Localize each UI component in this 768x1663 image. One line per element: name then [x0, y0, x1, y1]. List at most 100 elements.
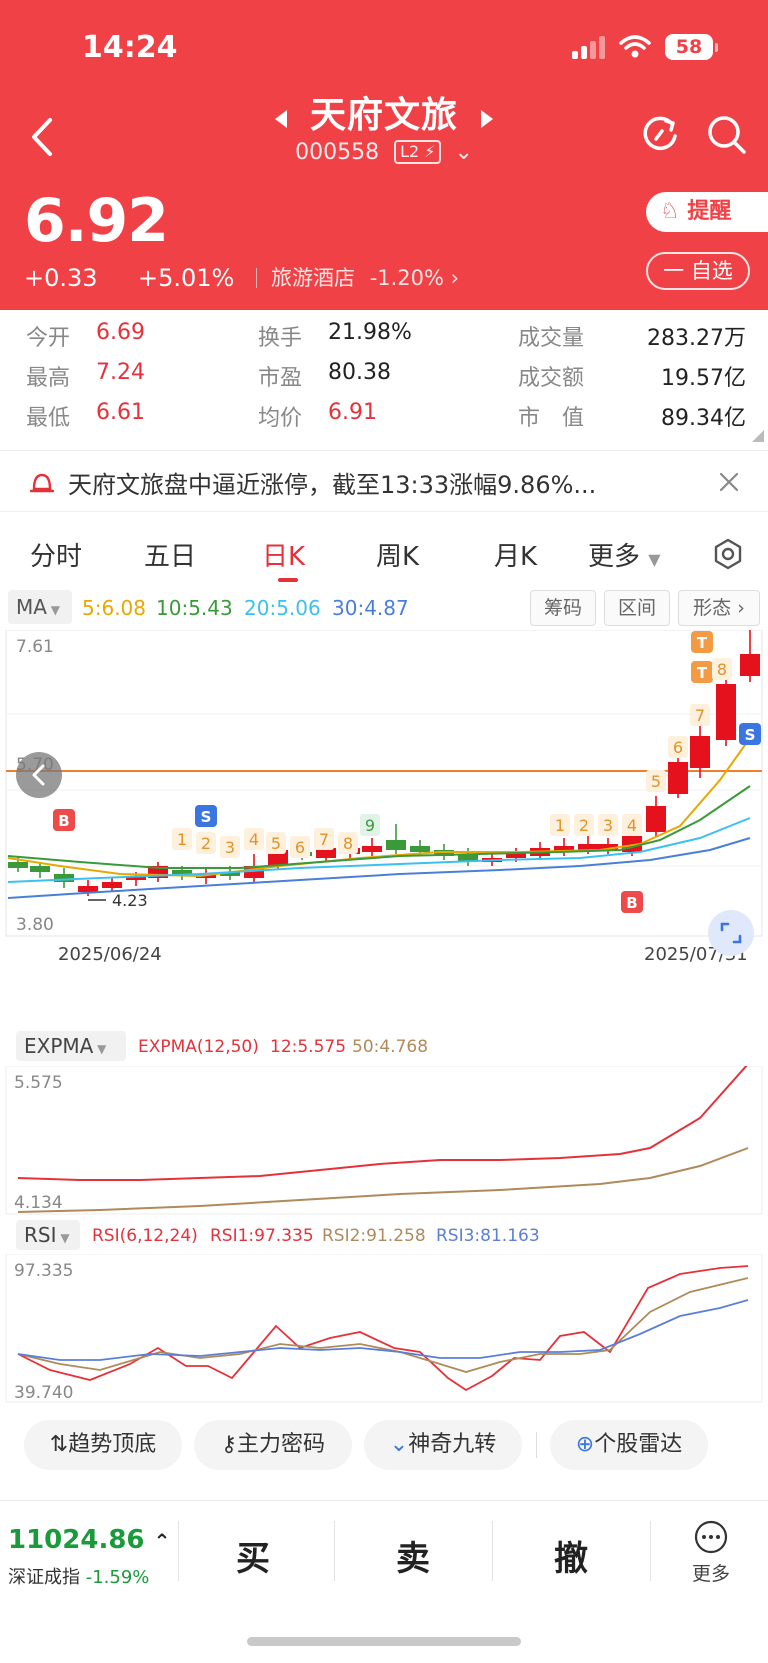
period-tabs: 分时 五日 日K 周K 月K 更多 ▼: [0, 530, 768, 584]
sell-marker-text: S: [201, 808, 212, 826]
close-icon[interactable]: [718, 471, 740, 493]
alarm-icon: [29, 473, 55, 493]
ma-legend-row: MA ▼ 5:6.08 10:5.43 20:5.06 30:4.87 筹码 区…: [0, 590, 768, 628]
tab-intraday[interactable]: 分时: [30, 536, 82, 573]
price-change-pct: +5.01%: [138, 264, 235, 292]
ma-selector[interactable]: MA ▼: [8, 590, 72, 624]
stock-radar-button[interactable]: ⊕个股雷达: [550, 1420, 708, 1470]
nine-turn-count-text: 8: [343, 834, 353, 853]
lightning-icon: ⚡: [424, 142, 436, 161]
candle-body: [410, 846, 430, 852]
battery-icon: 58: [665, 34, 718, 60]
tab-week-k[interactable]: 周K: [376, 536, 419, 573]
radar-icon: ⊕: [575, 1432, 595, 1457]
nine-turn-count-text: 9: [365, 816, 375, 835]
sell-marker-text: S: [745, 726, 756, 744]
fullscreen-icon: [720, 922, 742, 944]
rsi-chart: 97.335 39.740: [5, 1254, 763, 1403]
arrows-updown-icon: ⇅: [49, 1432, 69, 1457]
chevron-down-icon: ⌄: [454, 140, 473, 165]
bell-icon: ♘: [660, 199, 680, 224]
quote-stats: 今开 6.69 最高 7.24 最低 6.61 换手 21.98% 市盈 80.…: [0, 312, 768, 442]
top-marker-text: T: [697, 664, 708, 682]
expand-corner-icon[interactable]: [752, 430, 764, 442]
index-value[interactable]: 11024.86 ⌃: [8, 1525, 170, 1555]
trend-top-bottom-button[interactable]: ⇅趋势顶底: [24, 1420, 182, 1470]
range-button[interactable]: 区间: [604, 590, 670, 626]
add-favorite-button[interactable]: 一 自选: [646, 252, 750, 290]
fullscreen-button[interactable]: [708, 910, 754, 956]
cancel-order-button[interactable]: 撤: [554, 1531, 588, 1580]
stat-amount: 19.57亿: [661, 366, 746, 391]
expma-50-value: 50:4.768: [352, 1037, 429, 1057]
stock-name[interactable]: 天府文旅: [310, 95, 458, 136]
ma10-value: 10:5.43: [156, 596, 233, 620]
signal-icon: [572, 35, 605, 59]
tab-more[interactable]: 更多 ▼: [588, 536, 661, 573]
stock-header: 14:24 58 天府文旅 000558 L2 ⚡ ⌄ 6.92 +0.33 +…: [0, 0, 768, 310]
ma5-value: 5:6.08: [82, 596, 146, 620]
magic-nine-button[interactable]: ⌄神奇九转: [364, 1420, 522, 1470]
kline-chart[interactable]: 7.615.703.802025/06/242025/07/317.244.23…: [0, 630, 768, 1022]
candle-body: [578, 844, 598, 850]
rsi1-line: [17, 1265, 749, 1392]
ma20-value: 20:5.06: [244, 596, 321, 620]
tab-month-k[interactable]: 月K: [494, 536, 537, 573]
scroll-left-button[interactable]: [16, 752, 62, 798]
candle-body: [690, 736, 710, 768]
expma-bottom-label: 4.134: [14, 1193, 63, 1213]
rsi-selector[interactable]: RSI ▼: [16, 1220, 80, 1250]
tab-5day[interactable]: 五日: [144, 536, 196, 573]
nine-turn-count-text: 5: [651, 772, 661, 791]
stock-code: 000558: [295, 140, 380, 165]
search-icon[interactable]: [704, 112, 748, 156]
stat-turnover: 21.98%: [328, 320, 412, 345]
y-max-label: 7.61: [16, 637, 54, 657]
nine-turn-count-text: 2: [201, 834, 211, 853]
settings-icon[interactable]: [712, 538, 744, 570]
wifi-icon: [619, 35, 651, 58]
nine-turn-count-text: 2: [579, 816, 589, 835]
stat-open: 6.69: [96, 320, 145, 345]
nine-turn-count-text: 3: [225, 838, 235, 857]
candle-body: [102, 882, 122, 888]
candle-body: [386, 840, 406, 850]
expma-selector[interactable]: EXPMA ▼: [16, 1031, 126, 1061]
y-min-label: 3.80: [16, 915, 54, 935]
sell-button[interactable]: 卖: [396, 1531, 430, 1580]
buy-marker-text: B: [58, 812, 69, 830]
refresh-icon[interactable]: [638, 112, 682, 156]
stat-low: 6.61: [96, 400, 145, 425]
candle-body: [8, 862, 28, 868]
stat-volume: 283.27万: [647, 326, 746, 351]
sector-link[interactable]: 旅游酒店 -1.20% ›: [256, 262, 459, 292]
ma5-line: [7, 737, 751, 878]
panel-frame: [5, 1254, 763, 1403]
remind-button[interactable]: ♘ 提醒: [646, 192, 768, 232]
nine-turn-count-text: 7: [695, 706, 705, 725]
stat-label: 均价: [258, 406, 303, 431]
l2-badge: L2 ⚡: [394, 140, 442, 164]
stat-market-cap: 89.34亿: [661, 406, 746, 431]
stat-label: 今开: [26, 326, 71, 351]
next-stock-icon[interactable]: [481, 109, 494, 128]
chips-button[interactable]: 筹码: [530, 590, 596, 626]
more-button[interactable]: 更多: [686, 1519, 736, 1586]
pattern-button[interactable]: 形态 ›: [678, 590, 760, 626]
tab-day-k[interactable]: 日K: [262, 536, 305, 573]
main-force-code-button[interactable]: ⚷主力密码: [194, 1420, 352, 1470]
news-alert-bar[interactable]: 天府文旅盘中逼近涨停，截至13:33涨幅9.86%...: [0, 450, 768, 512]
rsi-top-label: 97.335: [14, 1261, 73, 1281]
nine-turn-count-text: 1: [177, 830, 187, 849]
stat-label: 成交额: [518, 366, 585, 391]
expma12-line: [17, 1066, 748, 1181]
candle-body: [716, 684, 736, 740]
prev-stock-icon[interactable]: [274, 109, 287, 128]
stat-label: 市盈: [258, 366, 303, 391]
rsi3-value: RSI3:81.163: [436, 1226, 540, 1246]
trade-bar: 11024.86 ⌃ 深证成指 -1.59% 买 卖 撤 更多: [0, 1500, 768, 1663]
rsi-param: RSI(6,12,24): [92, 1226, 198, 1246]
nine-turn-count-text: 4: [249, 830, 259, 849]
chevron-left-icon: [32, 764, 45, 786]
buy-button[interactable]: 买: [236, 1531, 270, 1580]
